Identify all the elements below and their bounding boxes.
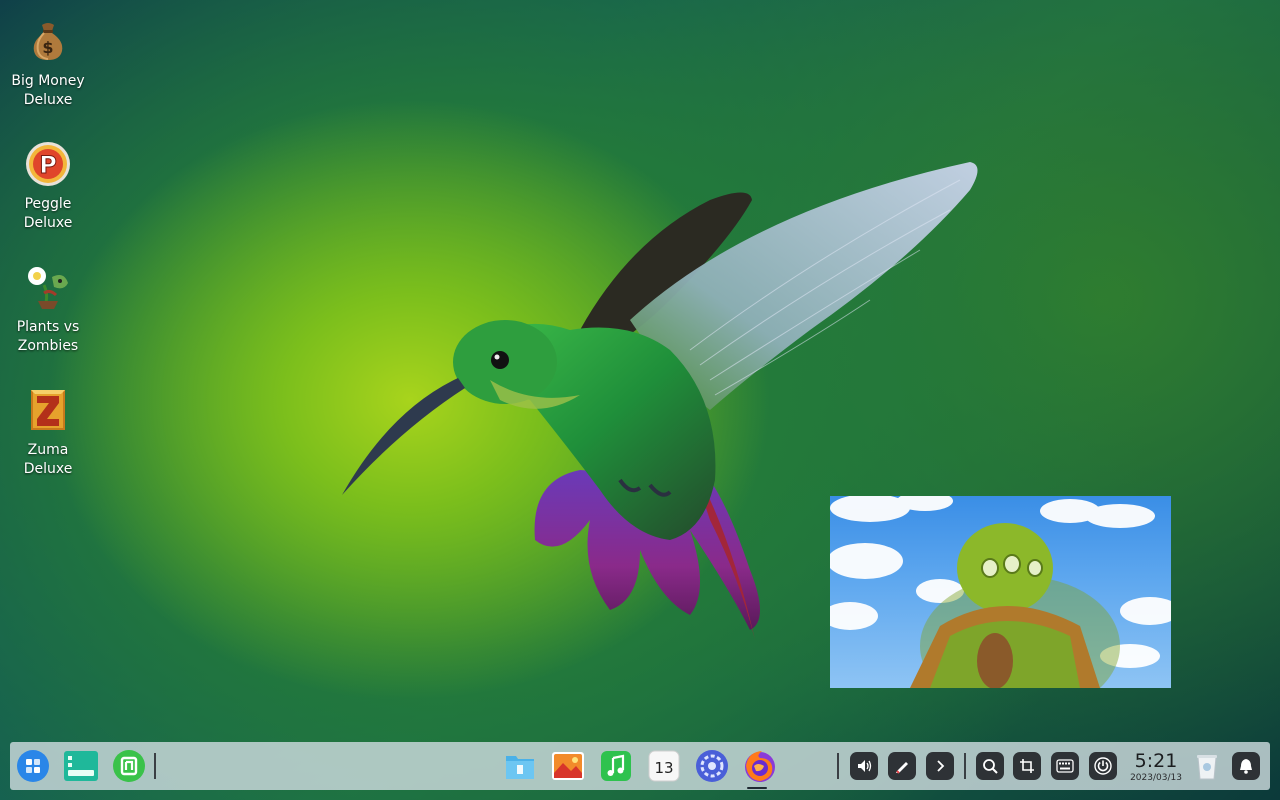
money-bag-icon: $ xyxy=(23,16,73,66)
zuma-icon xyxy=(23,385,73,435)
app-store-button[interactable] xyxy=(111,748,147,784)
control-center-icon xyxy=(696,750,728,782)
volume-button[interactable] xyxy=(850,752,878,780)
calendar-day: 13 xyxy=(654,759,673,777)
control-center-button[interactable] xyxy=(694,748,730,784)
desktop-icon-label: Peggle Deluxe xyxy=(23,196,73,231)
video-player-window[interactable] xyxy=(830,496,1171,688)
power-icon xyxy=(1094,757,1112,775)
calendar-icon: 13 xyxy=(648,750,680,782)
desktop-icon-label: Plants vs Zombies xyxy=(16,319,80,354)
chevron-right-icon xyxy=(937,760,945,772)
stylus-icon xyxy=(896,762,908,774)
notification-button[interactable] xyxy=(1232,752,1260,780)
music-icon xyxy=(601,751,631,781)
expand-tray-button[interactable] xyxy=(926,752,954,780)
video-frame xyxy=(830,496,1171,688)
firefox-icon xyxy=(745,751,775,782)
multitask-view-button[interactable] xyxy=(63,748,99,784)
dock-separator xyxy=(964,753,966,779)
file-manager-button[interactable] xyxy=(502,748,538,784)
app-store-icon xyxy=(113,750,145,782)
trash-button[interactable] xyxy=(1190,750,1224,782)
keyboard-button[interactable] xyxy=(1051,752,1079,780)
clock-time[interactable]: 5:21 xyxy=(1131,750,1181,772)
search-button[interactable] xyxy=(976,752,1004,780)
stylus-button[interactable] xyxy=(888,752,916,780)
clock-date[interactable]: 2023/03/13 xyxy=(1126,773,1186,784)
launcher-button[interactable] xyxy=(15,748,51,784)
volume-icon xyxy=(858,760,872,772)
dock-taskbar: 13 5:21 2023/03/13 xyxy=(10,742,1270,790)
svg-text:P: P xyxy=(39,151,57,179)
multitask-view-icon xyxy=(64,751,98,781)
desktop: $ Big Money Deluxe P Peggle Deluxe Plant… xyxy=(0,0,1280,800)
image-viewer-icon xyxy=(552,752,584,780)
desktop-icon-plants-vs-zombies[interactable]: Plants vs Zombies xyxy=(6,262,90,356)
desktop-icon-big-money-deluxe[interactable]: $ Big Money Deluxe xyxy=(6,16,90,110)
launcher-icon xyxy=(17,750,49,782)
screenshot-button[interactable] xyxy=(1013,752,1041,780)
music-button[interactable] xyxy=(598,748,634,784)
peggle-icon: P xyxy=(23,139,73,189)
desktop-icon-label: Big Money Deluxe xyxy=(11,73,85,108)
calendar-button[interactable]: 13 xyxy=(646,748,682,784)
plants-vs-zombies-icon xyxy=(23,262,73,312)
search-icon xyxy=(983,759,998,774)
file-manager-icon xyxy=(506,756,534,779)
desktop-icon-zuma-deluxe[interactable]: Zuma Deluxe xyxy=(6,385,90,479)
desktop-icon-peggle-deluxe[interactable]: P Peggle Deluxe xyxy=(6,139,90,233)
desktop-icon-label: Zuma Deluxe xyxy=(23,442,73,477)
svg-text:$: $ xyxy=(42,38,53,57)
firefox-button[interactable] xyxy=(742,748,778,784)
keyboard-icon xyxy=(1056,759,1074,773)
screenshot-icon xyxy=(1020,759,1034,773)
dock-separator xyxy=(154,753,156,779)
power-button[interactable] xyxy=(1089,752,1117,780)
image-viewer-button[interactable] xyxy=(550,748,586,784)
running-indicator xyxy=(747,787,767,789)
notification-bell-icon xyxy=(1240,759,1252,774)
trash-icon xyxy=(1197,755,1217,780)
dock-separator xyxy=(837,753,839,779)
